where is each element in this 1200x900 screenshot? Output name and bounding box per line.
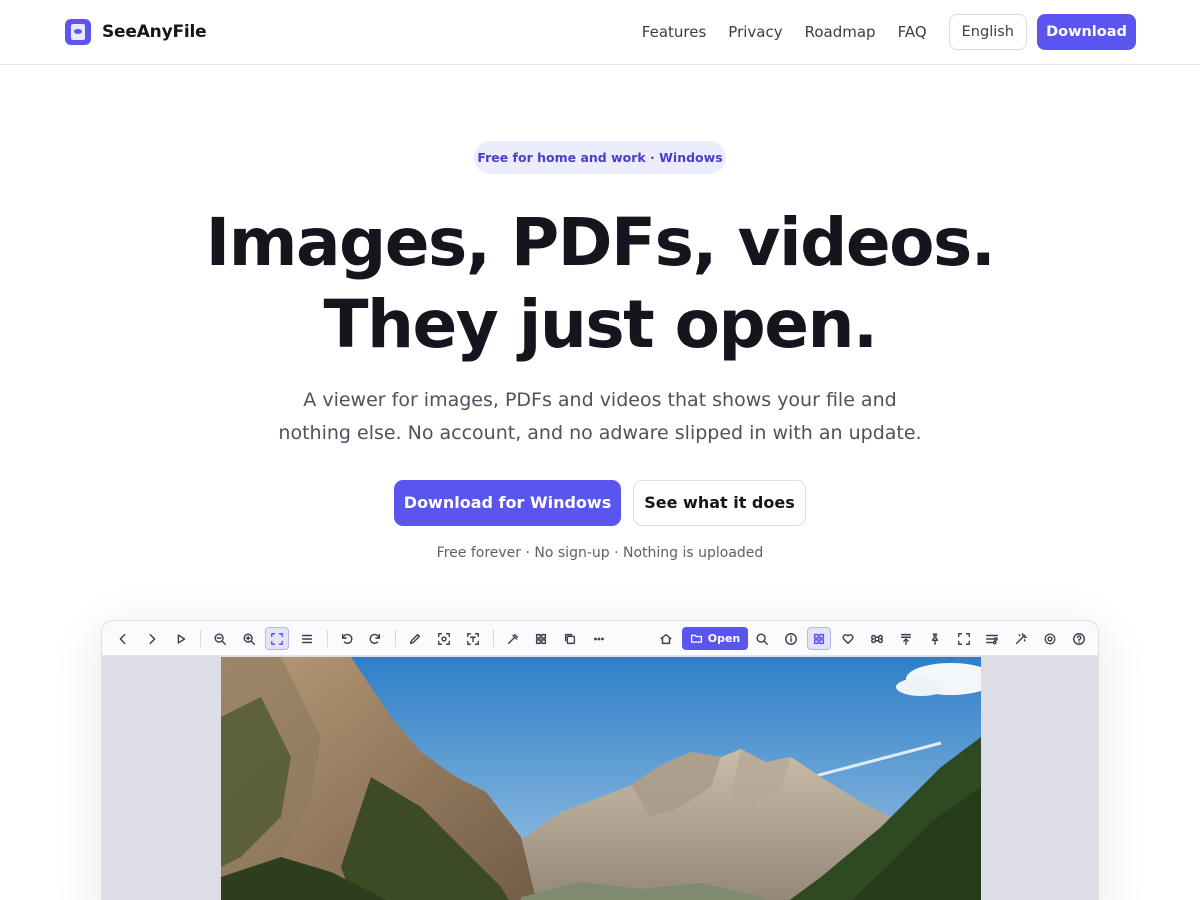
sliders-icon[interactable] — [980, 627, 1004, 650]
text-scan-icon[interactable] — [461, 627, 485, 650]
brand-name: SeeAnyFile — [102, 22, 207, 42]
home-icon[interactable] — [654, 627, 678, 650]
menu-icon[interactable] — [295, 627, 319, 650]
hero-title-line2: They just open. — [323, 286, 878, 363]
viewer-app-window: Open — [101, 620, 1099, 900]
crop-face-icon[interactable] — [432, 627, 456, 650]
see-what-it-does-button[interactable]: See what it does — [633, 480, 806, 526]
command-icon[interactable] — [865, 627, 889, 650]
language-selector[interactable]: English — [948, 14, 1027, 50]
gear-icon[interactable] — [1038, 627, 1062, 650]
zoom-out-icon[interactable] — [208, 627, 232, 650]
upload-icon[interactable] — [894, 627, 918, 650]
more-icon[interactable] — [587, 627, 611, 650]
nav-features[interactable]: Features — [642, 14, 707, 50]
zoom-in-icon[interactable] — [237, 627, 261, 650]
copy-icon[interactable] — [558, 627, 582, 650]
eyedropper-icon[interactable] — [501, 627, 525, 650]
hero-title-line1: Images, PDFs, videos. — [205, 204, 996, 281]
chevron-right-icon[interactable] — [140, 627, 164, 650]
hero-fine-print: Free forever · No sign-up · Nothing is u… — [436, 545, 764, 561]
brand-logo-icon — [65, 19, 91, 45]
gallery-icon[interactable] — [807, 627, 831, 650]
grid-icon[interactable] — [529, 627, 553, 650]
help-icon[interactable] — [1067, 627, 1091, 650]
nav-privacy[interactable]: Privacy — [728, 14, 782, 50]
info-icon[interactable] — [779, 627, 803, 650]
heart-icon[interactable] — [836, 627, 860, 650]
search-icon[interactable] — [750, 627, 774, 650]
nav-faq[interactable]: FAQ — [898, 14, 927, 50]
rotate-right-icon[interactable] — [363, 627, 387, 650]
chevron-left-icon[interactable] — [111, 627, 135, 650]
folder-icon — [690, 634, 702, 643]
rotate-left-icon[interactable] — [335, 627, 359, 650]
pin-icon[interactable] — [923, 627, 947, 650]
download-for-windows-button[interactable]: Download for Windows — [394, 480, 621, 526]
magic-wand-icon[interactable] — [1009, 627, 1033, 650]
fit-screen-icon[interactable] — [265, 627, 289, 650]
play-icon[interactable] — [169, 627, 193, 650]
open-file-button[interactable]: Open — [682, 627, 748, 650]
main-nav: Features Privacy Roadmap FAQ English Dow… — [642, 14, 1136, 50]
viewer-toolbar: Open — [102, 621, 1098, 656]
header-download-button[interactable]: Download — [1037, 14, 1136, 50]
pencil-icon[interactable] — [403, 627, 427, 650]
brand[interactable]: SeeAnyFile — [65, 19, 207, 45]
site-header: SeeAnyFile Features Privacy Roadmap FAQ … — [0, 0, 1200, 65]
nav-roadmap[interactable]: Roadmap — [805, 14, 876, 50]
hero-subtitle-line1: A viewer for images, PDFs and videos tha… — [303, 389, 897, 411]
fullscreen-icon[interactable] — [952, 627, 976, 650]
hero-pill-badge: Free for home and work · Windows — [474, 141, 726, 174]
open-button-label: Open — [707, 632, 741, 645]
mountain-landscape-image — [221, 657, 981, 900]
hero-subtitle-line2: nothing else. No account, and no adware … — [278, 422, 922, 444]
